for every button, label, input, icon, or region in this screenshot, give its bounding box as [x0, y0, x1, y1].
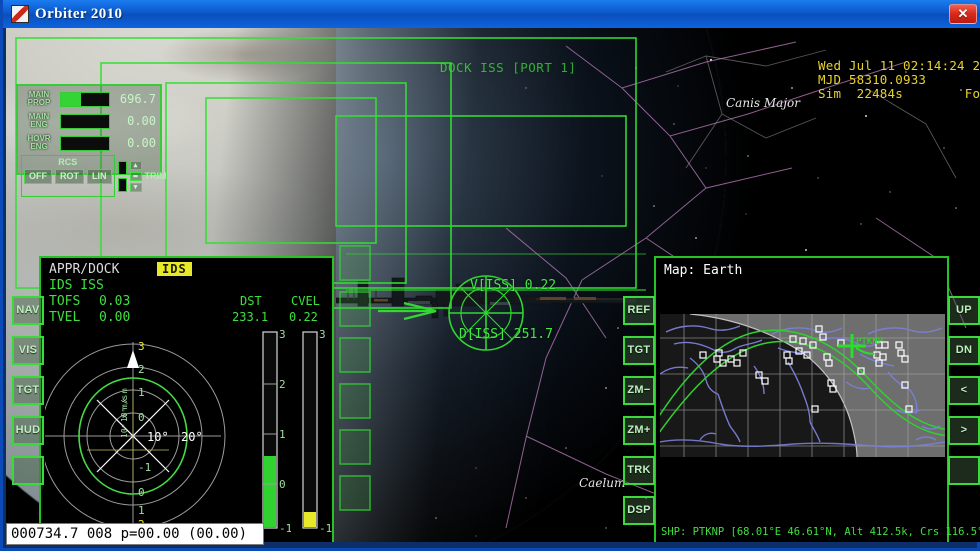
svg-text:3: 3	[279, 328, 286, 341]
trim-center-icon[interactable]: ▬	[129, 171, 142, 181]
gauge-row-main-prop: MAIN PROP 696.7	[21, 89, 157, 109]
trim-section: ▲ ▬ ▼ TRIM	[115, 155, 167, 197]
mfd-left-mode-title: APPR/DOCK	[49, 262, 120, 277]
gauge-fill-main-prop	[61, 92, 82, 106]
svg-text:-1: -1	[279, 522, 291, 535]
mfd-left-tvel-value: 0.00	[99, 310, 131, 325]
mfd-left-dst-label: DST	[240, 294, 262, 308]
map-mfd-title: Map: Earth	[664, 263, 743, 278]
rcs-button-group: OFF ROT LIN	[24, 169, 112, 184]
svg-text:1: 1	[279, 428, 286, 441]
svg-text:10°: 10°	[147, 430, 169, 444]
map-button-zoom-in[interactable]: ZM+	[623, 416, 655, 445]
trim-down-icon[interactable]: ▼	[129, 182, 142, 192]
hud-sim-fov: Sim 22484s FoV 40°	[818, 86, 980, 101]
orbiter-app-icon	[11, 5, 29, 23]
map-button-trk[interactable]: TRK	[623, 456, 655, 485]
title-bar: Orbiter 2010 ✕	[3, 0, 980, 28]
mfd-left-target-line: IDS ISS	[49, 278, 104, 293]
trim-arrow-group: ▲ ▬ ▼	[129, 160, 142, 192]
mfd-left-button-blank[interactable]	[12, 456, 44, 485]
dst-vertical-gauge: 3 2 1 0 -1	[262, 328, 291, 535]
mfd-left-button-nav[interactable]: NAV	[12, 296, 44, 325]
cvel-vertical-gauge: 3 -1	[302, 328, 332, 535]
mfd-left-approach-dock[interactable]: APPR/DOCK IDS IDS ISS TOFS 0.03 TVEL 0.0…	[39, 256, 334, 542]
mfd-left-button-hud[interactable]: HUD	[12, 416, 44, 445]
mfd-right-map[interactable]: Map: Earth PTKNP SHP: PTKNP [68.01°E 46.…	[654, 256, 980, 542]
svg-text:3: 3	[319, 328, 326, 341]
gauge-bar-main-prop	[60, 91, 110, 107]
mfd-left-tvel-label: TVEL	[49, 310, 81, 325]
map-button-right[interactable]: >	[948, 416, 980, 445]
gauge-label-main-prop: MAIN PROP	[27, 90, 51, 107]
svg-text:0: 0	[279, 478, 286, 491]
status-bar: 000734.7 008 p=00.00 (00.00)	[6, 523, 264, 545]
hud-target-distance: D[ISS] 251.7	[459, 327, 553, 342]
rcs-lin-button[interactable]: LIN	[87, 169, 112, 184]
trim-label: TRIM	[144, 171, 167, 181]
hud-target-velocity: V[ISS] 0.22	[470, 278, 557, 293]
mfd-left-ids-tag[interactable]: IDS	[157, 262, 192, 276]
window-title: Orbiter 2010	[35, 5, 123, 22]
svg-text:-1: -1	[319, 522, 332, 535]
trim-up-icon[interactable]: ▲	[129, 160, 142, 170]
status-bar-text: 000734.7 008 p=00.00 (00.00)	[11, 526, 248, 542]
close-button[interactable]: ✕	[949, 4, 977, 24]
gauge-bar-main-eng	[60, 113, 110, 129]
constellation-label-canis-major: Canis Major	[726, 96, 800, 110]
mfd-left-tofs-value: 0.03	[99, 294, 131, 309]
gauge-bar-hovr-eng	[60, 135, 110, 151]
gauge-row-main-eng: MAIN ENG 0.00	[21, 111, 157, 131]
rcs-rot-button[interactable]: ROT	[55, 169, 84, 184]
fuel-and-rcs-panel: MAIN PROP 696.7 MAIN ENG 0.00 HOVR ENG 0…	[16, 84, 167, 197]
svg-text:2: 2	[279, 378, 286, 391]
map-button-dsp[interactable]: DSP	[623, 496, 655, 525]
mfd-left-cvel-value: 0.22	[289, 310, 318, 324]
hud-date-time: Wed Jul 11 02:14:24 2018	[818, 58, 980, 73]
svg-text:10ⁿ x m/s: 10ⁿ x m/s	[120, 394, 129, 438]
rcs-trim-block: RCS OFF ROT LIN ▲ ▬ ▼ TRIM	[21, 155, 167, 197]
gauge-row-hovr-eng: HOVR ENG 0.00	[21, 133, 157, 153]
trim-slider-group[interactable]	[117, 160, 127, 192]
map-button-blank[interactable]	[948, 456, 980, 485]
map-ship-marker-label: PTKNP	[856, 337, 884, 347]
application-window: Orbiter 2010 ✕ Canis Major Caelum DOCK I…	[0, 0, 980, 551]
mfd-left-button-vis[interactable]: VIS	[12, 336, 44, 365]
svg-text:-1: -1	[138, 461, 151, 474]
simulation-viewport[interactable]: Canis Major Caelum DOCK ISS [PORT 1] Wed…	[6, 28, 980, 542]
gauge-value-hovr-eng: 0.00	[127, 136, 156, 150]
map-button-ref[interactable]: REF	[623, 296, 655, 325]
map-button-up[interactable]: UP	[948, 296, 980, 325]
hud-dock-mode-title: DOCK ISS [PORT 1]	[440, 60, 577, 75]
rcs-section: RCS OFF ROT LIN	[21, 155, 115, 197]
trim-slot-lower[interactable]	[117, 177, 127, 192]
svg-text:20°: 20°	[181, 430, 203, 444]
svg-text:1: 1	[138, 504, 145, 517]
svg-text:1: 1	[138, 386, 145, 399]
map-canvas[interactable]: PTKNP	[660, 314, 945, 484]
rcs-title: RCS	[58, 157, 78, 167]
mfd-left-dst-value: 233.1	[232, 310, 269, 324]
mfd-left-cvel-label: CVEL	[291, 294, 320, 308]
gauge-value-main-eng: 0.00	[127, 114, 156, 128]
map-button-left[interactable]: <	[948, 376, 980, 405]
gauge-label-hovr-eng: HOVR ENG	[27, 134, 51, 151]
map-button-zoom-out[interactable]: ZM−	[623, 376, 655, 405]
map-button-tgt[interactable]: TGT	[623, 336, 655, 365]
map-mfd-status-line: SHP: PTKNP [68.01°E 46.61°N, Alt 412.5k,…	[661, 526, 980, 538]
svg-text:0: 0	[138, 486, 145, 499]
map-button-down[interactable]: DN	[948, 336, 980, 365]
hud-mjd: MJD 58310.0933	[818, 72, 927, 87]
docking-radar-scope: 3 2 2 1 0 -1 0 1 10° 20° 10ⁿ x m	[45, 340, 226, 531]
gauge-label-main-eng: MAIN ENG	[28, 112, 50, 129]
rcs-off-button[interactable]: OFF	[24, 169, 52, 184]
svg-text:3: 3	[138, 340, 145, 353]
svg-text:0: 0	[138, 411, 145, 424]
constellation-label-caelum: Caelum	[579, 476, 626, 490]
mfd-left-tofs-label: TOFS	[49, 294, 81, 309]
mfd-left-button-tgt[interactable]: TGT	[12, 376, 44, 405]
trim-slot-upper[interactable]	[117, 160, 127, 175]
gauge-value-main-prop: 696.7	[119, 92, 156, 106]
svg-text:2: 2	[138, 363, 145, 376]
